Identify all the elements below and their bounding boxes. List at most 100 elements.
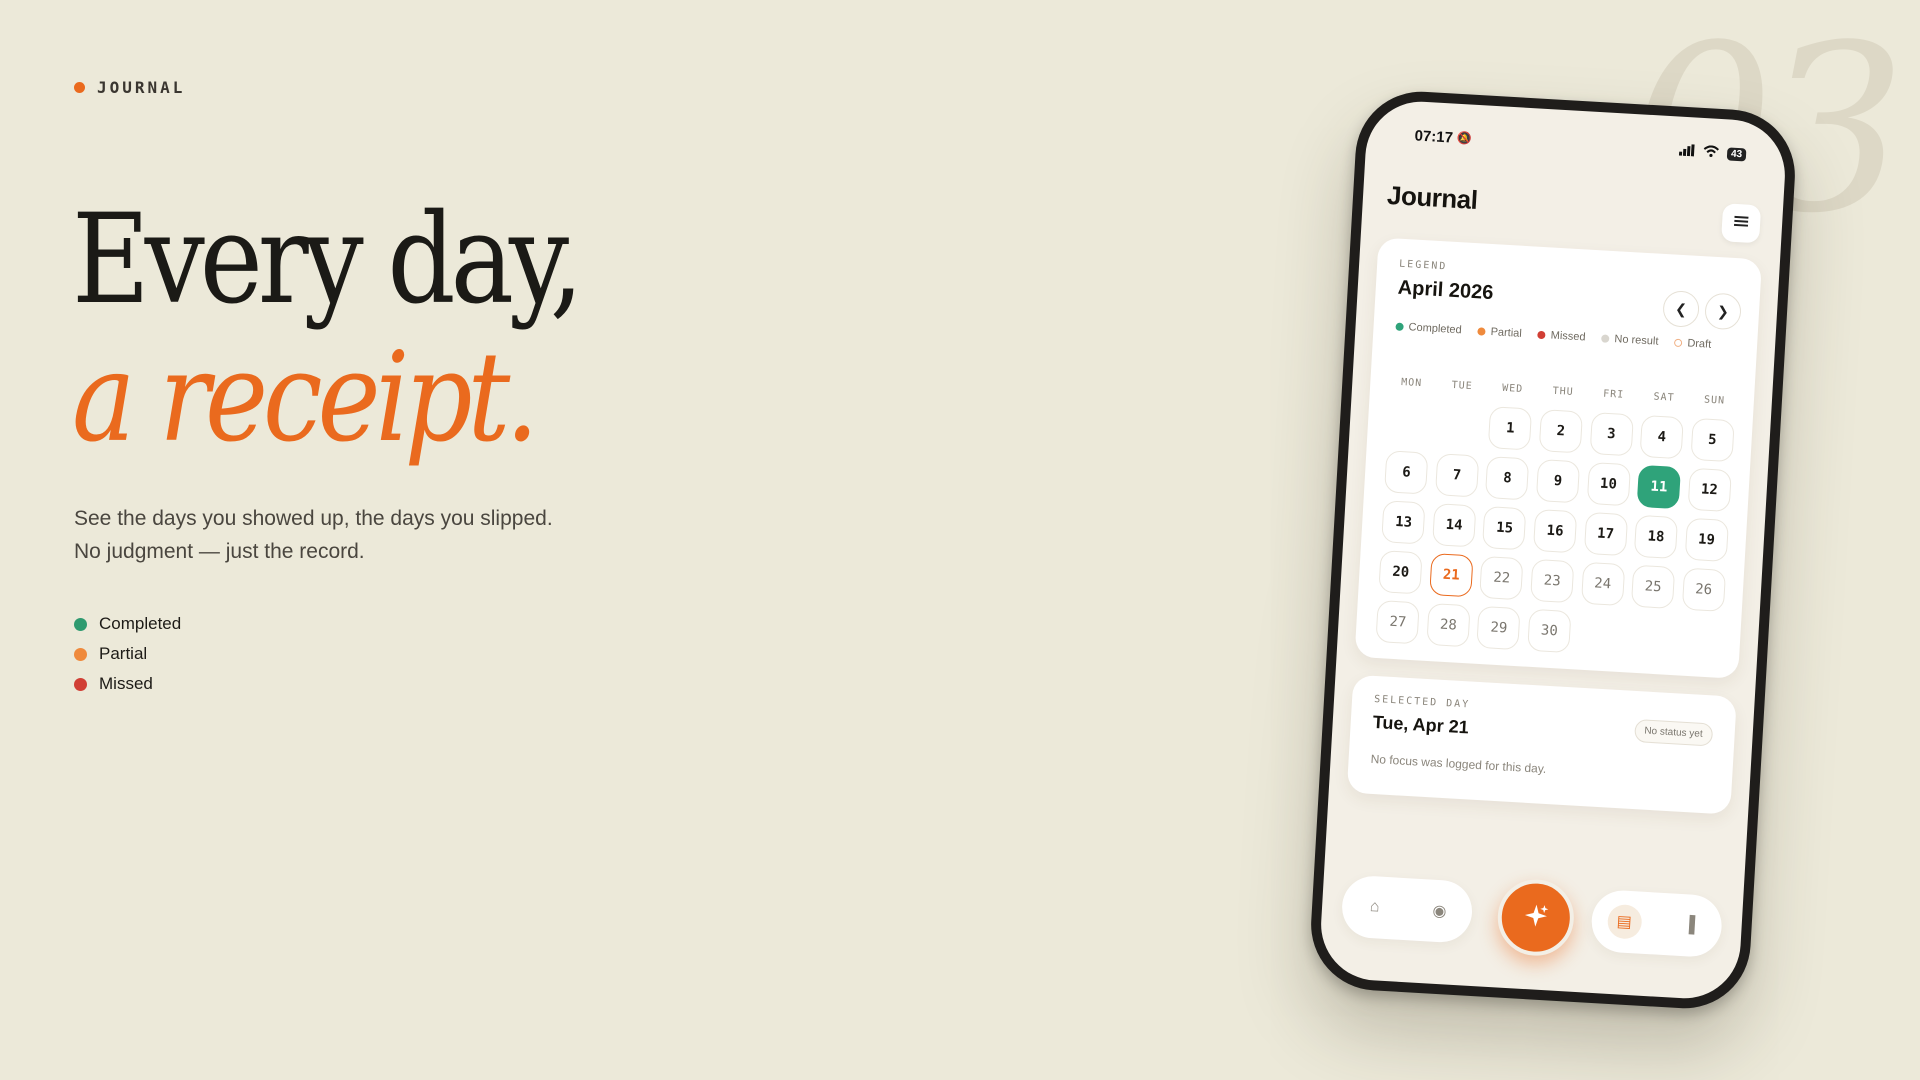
eyebrow: JOURNAL bbox=[74, 78, 185, 97]
tab-stats[interactable]: ▐ bbox=[1671, 908, 1707, 944]
weekday-label: MON bbox=[1400, 376, 1423, 390]
phone-frame: 07:17 🔕 43 Journal LEGEND April 2026 ❮ ❯… bbox=[1307, 88, 1799, 1012]
next-month-button[interactable]: ❯ bbox=[1704, 292, 1743, 331]
legend-dot bbox=[1477, 327, 1486, 336]
calendar-day[interactable]: 17 bbox=[1583, 511, 1628, 557]
signal-icon bbox=[1678, 142, 1696, 160]
legend-label: Completed bbox=[99, 614, 182, 633]
calendar-day[interactable]: 26 bbox=[1681, 567, 1726, 612]
calendar-section-label: LEGEND bbox=[1398, 258, 1448, 273]
status-badge: No status yet bbox=[1633, 719, 1714, 747]
selected-day-card: SELECTED DAY Tue, Apr 21 No status yet N… bbox=[1346, 674, 1737, 815]
calendar-month: April 2026 bbox=[1397, 276, 1494, 305]
calendar-day[interactable]: 12 bbox=[1687, 467, 1732, 513]
journal-icon: ▤ bbox=[1616, 913, 1633, 932]
calendar-day[interactable]: 2 bbox=[1538, 409, 1584, 454]
calendar-day[interactable]: 10 bbox=[1586, 461, 1631, 507]
eyebrow-dot bbox=[74, 82, 85, 93]
phone-mockup: 07:17 🔕 43 Journal LEGEND April 2026 ❮ ❯… bbox=[1307, 88, 1799, 1012]
chevron-left-icon: ❮ bbox=[1674, 300, 1688, 317]
tab-group-left: ⌂ ◉ bbox=[1340, 874, 1474, 944]
subtitle: See the days you showed up, the days you… bbox=[74, 502, 553, 568]
subtitle-line-2: No judgment — just the record. bbox=[74, 540, 365, 563]
calendar-day[interactable]: 30 bbox=[1527, 608, 1572, 654]
menu-button[interactable] bbox=[1721, 203, 1762, 244]
selected-day-label: SELECTED DAY bbox=[1373, 693, 1471, 711]
calendar-grid: 1 2 3 4 5 6 7 8 9 10 11 12 13 14 15 16 17 18 19 20 21 22 23 24 2… bbox=[1371, 400, 1738, 662]
legend-item-completed: Completed bbox=[74, 609, 181, 639]
calendar-day[interactable]: 4 bbox=[1639, 414, 1684, 460]
calendar-legend-item: Missed bbox=[1537, 329, 1586, 344]
legend-label: No result bbox=[1614, 333, 1659, 348]
calendar-day[interactable]: 16 bbox=[1532, 508, 1578, 554]
legend-label: Missed bbox=[99, 674, 153, 693]
calendar-day[interactable]: 18 bbox=[1633, 514, 1679, 560]
calendar-day[interactable]: 29 bbox=[1476, 605, 1522, 651]
calendar-day[interactable]: 22 bbox=[1479, 555, 1524, 601]
tab-group-right: ▤ ▐ bbox=[1589, 888, 1724, 959]
create-entry-button[interactable] bbox=[1495, 877, 1576, 958]
calendar-day[interactable]: 15 bbox=[1482, 506, 1527, 551]
calendar-day[interactable]: 24 bbox=[1580, 561, 1625, 607]
calendar-day[interactable]: 28 bbox=[1426, 602, 1471, 648]
stats-icon: ▐ bbox=[1682, 916, 1696, 934]
partial-dot bbox=[74, 647, 87, 661]
wifi-icon bbox=[1703, 143, 1720, 161]
calendar-day[interactable]: 9 bbox=[1535, 458, 1581, 504]
selected-day-note: No focus was logged for this day. bbox=[1370, 751, 1547, 776]
legend-dot bbox=[1601, 334, 1610, 343]
sparkle-icon bbox=[1521, 900, 1551, 935]
bell-off-icon: 🔕 bbox=[1456, 130, 1473, 146]
weekday-label: THU bbox=[1552, 385, 1574, 398]
calendar-day[interactable]: 1 bbox=[1488, 406, 1533, 451]
weekday-label: TUE bbox=[1451, 379, 1473, 393]
legend-label: Completed bbox=[1408, 321, 1463, 337]
status-bar: 07:17 🔕 43 bbox=[1414, 123, 1747, 166]
calendar-day[interactable]: 20 bbox=[1378, 550, 1423, 595]
calendar-day[interactable]: 13 bbox=[1381, 500, 1426, 545]
calendar-day[interactable]: 21 bbox=[1429, 553, 1474, 598]
focus-icon: ◉ bbox=[1432, 902, 1447, 921]
calendar-day[interactable]: 27 bbox=[1375, 600, 1421, 645]
calendar-legend-item: Draft bbox=[1674, 337, 1712, 351]
battery-icon: 43 bbox=[1726, 146, 1747, 161]
calendar-day[interactable]: 3 bbox=[1589, 411, 1634, 457]
calendar-card: LEGEND April 2026 ❮ ❯ Completed Partial Mi… bbox=[1354, 237, 1763, 679]
tab-journal[interactable]: ▤ bbox=[1606, 903, 1643, 940]
missed-dot bbox=[74, 677, 87, 691]
home-icon: ⌂ bbox=[1369, 898, 1380, 916]
calendar-day[interactable]: 14 bbox=[1431, 503, 1477, 548]
status-legend: Completed Partial Missed bbox=[74, 609, 181, 699]
status-time: 07:17 bbox=[1414, 126, 1454, 147]
eyebrow-label: JOURNAL bbox=[97, 78, 186, 97]
tab-focus[interactable]: ◉ bbox=[1422, 893, 1458, 929]
headline-line-1: Every day, bbox=[72, 188, 584, 332]
legend-label: Partial bbox=[1490, 326, 1523, 340]
app-title: Journal bbox=[1386, 179, 1479, 216]
legend-item-missed: Missed bbox=[74, 669, 181, 699]
legend-label: Missed bbox=[1550, 329, 1586, 344]
calendar-day[interactable]: 7 bbox=[1434, 453, 1480, 498]
prev-month-button[interactable]: ❮ bbox=[1662, 289, 1701, 328]
calendar-day[interactable]: 8 bbox=[1485, 456, 1530, 501]
legend-dot bbox=[1395, 322, 1404, 332]
calendar-day[interactable]: 19 bbox=[1684, 517, 1729, 562]
calendar-day[interactable]: 25 bbox=[1630, 564, 1676, 610]
calendar-day[interactable]: 6 bbox=[1384, 450, 1429, 495]
tab-home[interactable]: ⌂ bbox=[1357, 889, 1393, 925]
selected-day-date: Tue, Apr 21 bbox=[1372, 711, 1470, 738]
calendar-legend-item: Completed bbox=[1395, 321, 1463, 337]
calendar-day[interactable]: 23 bbox=[1530, 558, 1575, 604]
subtitle-line-1: See the days you showed up, the days you… bbox=[74, 507, 553, 530]
legend-dot bbox=[1537, 330, 1546, 340]
headline-line-2: a receipt. bbox=[72, 326, 539, 470]
chevron-right-icon: ❯ bbox=[1716, 302, 1730, 320]
calendar-day[interactable]: 11 bbox=[1636, 464, 1682, 510]
calendar-day[interactable]: 5 bbox=[1690, 417, 1735, 463]
phone-screen: 07:17 🔕 43 Journal LEGEND April 2026 ❮ ❯… bbox=[1318, 98, 1788, 1002]
legend-item-partial: Partial bbox=[74, 639, 181, 669]
weekday-label: SAT bbox=[1653, 391, 1675, 404]
calendar-legend-item: Partial bbox=[1477, 325, 1522, 340]
weekday-label: FRI bbox=[1602, 388, 1625, 401]
legend-dot bbox=[1674, 338, 1683, 348]
